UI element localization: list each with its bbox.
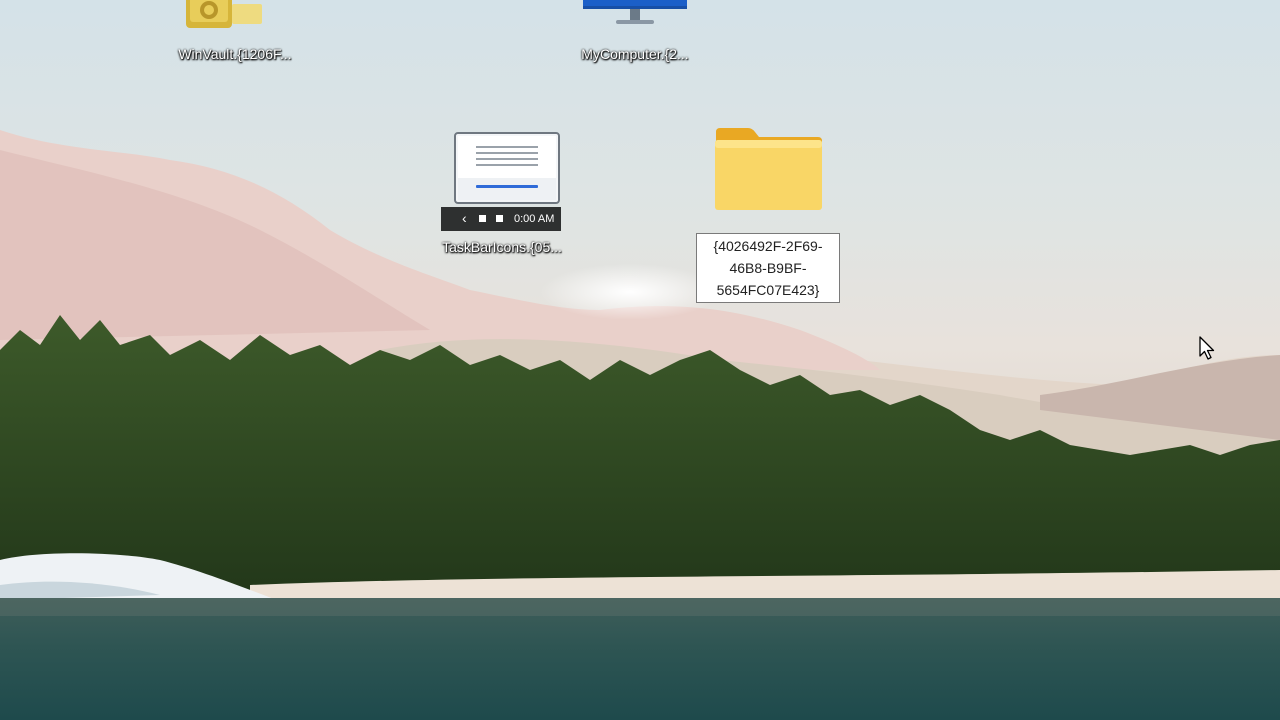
tray-square-icon [479,215,486,222]
lake [0,598,1280,720]
desktop-icon-label: TaskBarIcons.{05... [442,239,562,255]
desktop-icon-label: MyComputer.{2... [581,46,689,62]
rename-line: {4026492F-2F69- [713,238,823,254]
monitor-icon [583,0,687,24]
rename-input[interactable]: {4026492F-2F69- 46B8-B9BF- 5654FC07E423} [696,233,840,303]
desktop-icon-folder[interactable] [708,124,830,216]
rename-line: 5654FC07E423} [716,282,820,298]
desktop-icon-label: WinVault.{1206F... [178,46,292,62]
chevron-left-icon: ‹ [462,210,467,226]
desktop-icon-mycomputer[interactable]: MyComputer.{2... [570,0,700,70]
taskbar-icon [454,132,560,204]
desktop: WinVault.{1206F... MyComputer.{2... ‹ 0:… [0,0,1280,720]
tray-square-icon [496,215,503,222]
wallpaper [0,130,1280,720]
desktop-icon-winvault[interactable]: WinVault.{1206F... [170,0,300,70]
mouse-cursor-icon [1199,336,1215,360]
taskbar-preview: ‹ 0:00 AM [441,207,561,231]
taskbar-clock: 0:00 AM [514,213,555,225]
folder-icon [715,128,822,210]
vault-icon [186,0,262,28]
rename-line: 46B8-B9BF- [729,260,807,276]
